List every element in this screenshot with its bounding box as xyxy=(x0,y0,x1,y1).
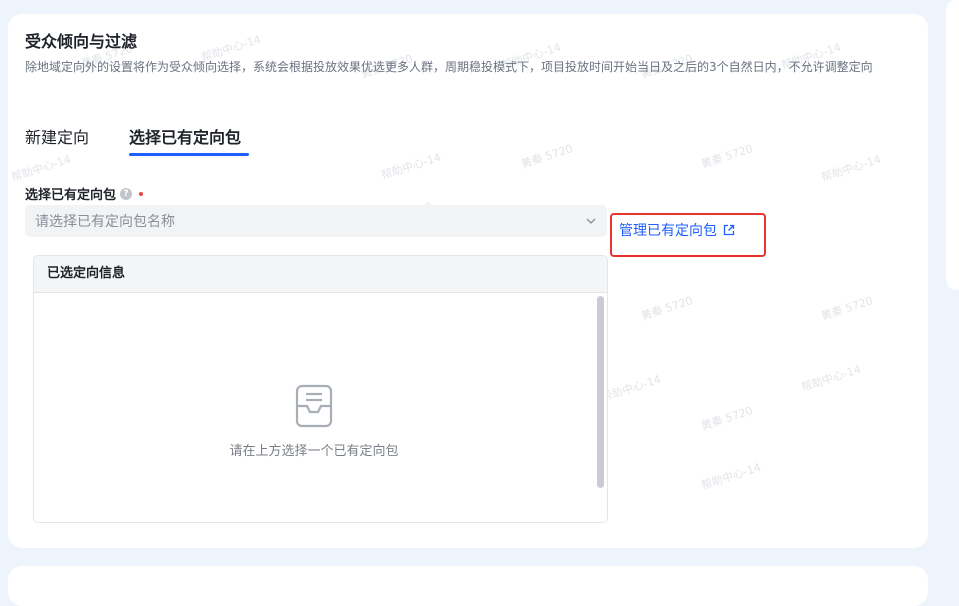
empty-state-text: 请在上方选择一个已有定向包 xyxy=(229,444,399,459)
targeting-package-select[interactable]: 请选择已有定向包名称 xyxy=(25,205,607,237)
section-title: 受众倾向与过滤 xyxy=(25,32,138,51)
next-card xyxy=(8,566,928,606)
section-description: 除地域定向外的设置将作为受众倾向选择，系统会根据投放效果优选更多人群，周期稳投模… xyxy=(25,60,873,74)
manage-link-label: 管理已有定向包 xyxy=(619,223,717,239)
tab-select-existing[interactable]: 选择已有定向包 xyxy=(129,124,241,148)
select-placeholder: 请选择已有定向包名称 xyxy=(35,214,175,230)
manage-link-highlight: 管理已有定向包 xyxy=(610,213,766,257)
active-tab-indicator xyxy=(129,153,249,156)
question-circle-icon[interactable]: ? xyxy=(120,187,133,200)
empty-state: 请在上方选择一个已有定向包 xyxy=(34,384,594,459)
manage-packages-link[interactable]: 管理已有定向包 xyxy=(619,220,735,240)
required-indicator xyxy=(139,191,144,196)
side-card xyxy=(946,0,959,290)
external-link-icon xyxy=(723,224,735,236)
field-label: 选择已有定向包 ? xyxy=(25,184,144,203)
field-label-text: 选择已有定向包 xyxy=(25,188,117,203)
panel-header: 已选定向信息 xyxy=(34,256,607,293)
inbox-icon xyxy=(295,384,333,428)
selected-targeting-panel: 已选定向信息 请在上方选择一个已有定向包 xyxy=(33,255,608,523)
tab-new-targeting[interactable]: 新建定向 xyxy=(25,124,89,148)
chevron-down-icon xyxy=(586,218,596,224)
scrollbar[interactable] xyxy=(597,296,604,488)
